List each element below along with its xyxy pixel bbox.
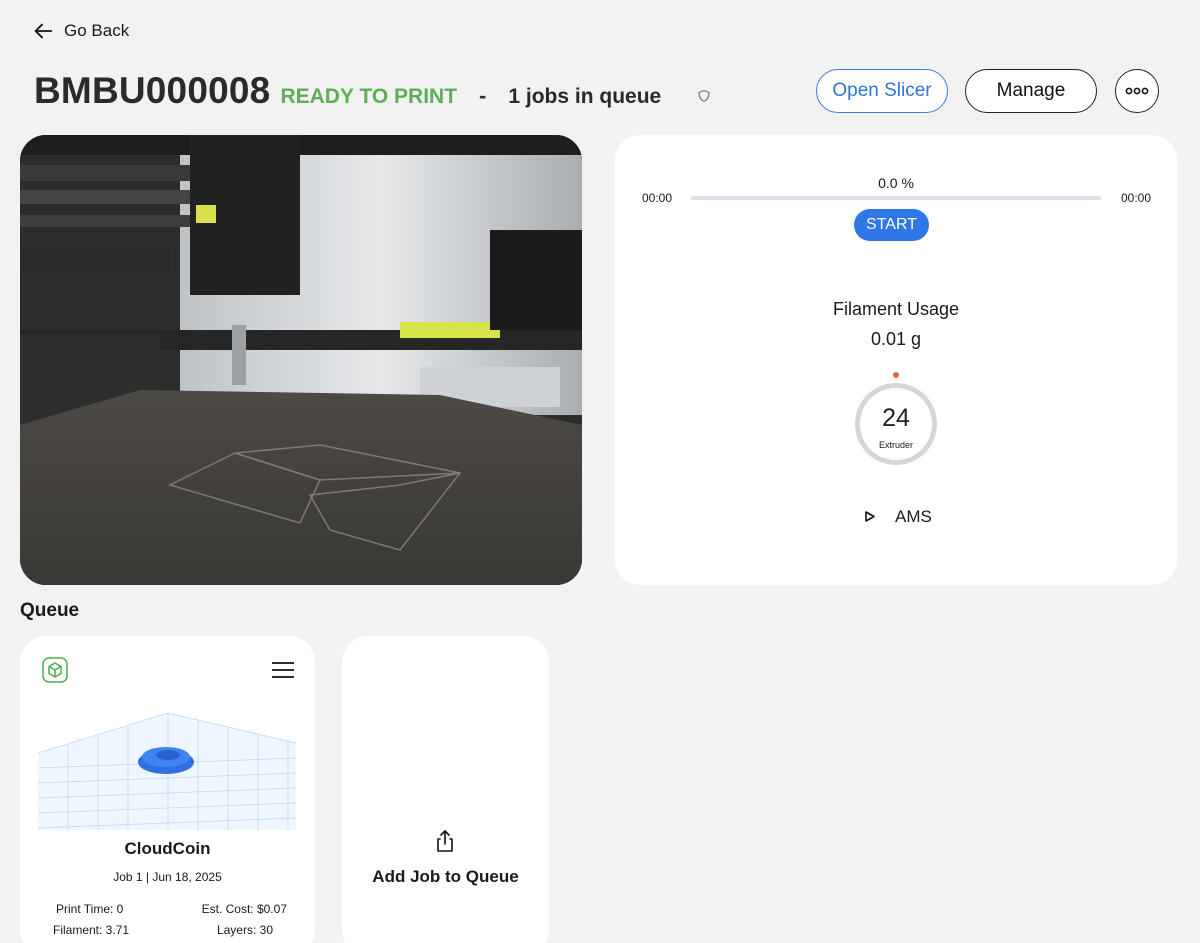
temperature-indicator-dot	[893, 372, 899, 378]
start-button[interactable]: START	[854, 209, 929, 241]
filament-usage-value: 0.01 g	[870, 329, 922, 349]
extruder-temp: 24	[882, 404, 910, 432]
extruder-gauge: 24 Extruder	[855, 383, 937, 465]
go-back-label: Go Back	[64, 21, 130, 40]
play-icon	[865, 511, 875, 522]
ams-toggle[interactable]: AMS	[863, 507, 932, 527]
extruder-label: Extruder	[878, 440, 913, 450]
shield-icon[interactable]	[697, 89, 711, 103]
hamburger-menu-icon[interactable]	[271, 661, 295, 679]
title-separator: -	[479, 83, 487, 108]
upload-icon	[437, 830, 453, 852]
manage-button[interactable]: Manage	[965, 69, 1097, 113]
filament-usage-title: Filament Usage	[832, 299, 960, 319]
job-est-cost: Est. Cost: $0.07	[201, 902, 287, 916]
page-header: BMBU000008 READY TO PRINT - 1 jobs in qu…	[34, 70, 711, 112]
model-preview	[38, 712, 296, 830]
ellipsis-icon	[1125, 87, 1149, 95]
go-back-link[interactable]: Go Back	[32, 20, 129, 42]
add-job-card[interactable]: Add Job to Queue	[342, 636, 549, 943]
camera-feed	[20, 135, 582, 585]
progress-percent: 0.0 %	[878, 175, 914, 191]
queue-count: 1 jobs in queue	[508, 85, 662, 108]
queue-heading: Queue	[20, 600, 80, 621]
print-status-panel: 0.0 % 00:00 00:00 START Filament Usage 0…	[615, 135, 1177, 585]
cube-icon	[42, 657, 68, 683]
job-layers: Layers: 30	[216, 923, 273, 937]
open-slicer-button[interactable]: Open Slicer	[816, 69, 948, 113]
camera-image	[20, 135, 582, 585]
more-options-button[interactable]	[1115, 69, 1159, 113]
printer-name: BMBU000008	[34, 70, 271, 111]
job-filament: Filament: 3.71	[53, 923, 130, 937]
add-job-label: Add Job to Queue	[372, 867, 519, 886]
job-name: CloudCoin	[124, 839, 211, 858]
arrow-left-icon	[34, 23, 53, 39]
elapsed-time: 00:00	[642, 191, 673, 205]
job-card[interactable]: CloudCoin Job 1 | Jun 18, 2025 Print Tim…	[20, 636, 315, 943]
ams-label: AMS	[895, 507, 932, 526]
remaining-time: 00:00	[1120, 191, 1151, 205]
progress-bar	[691, 196, 1101, 200]
printer-status-badge: READY TO PRINT	[280, 85, 458, 108]
job-meta: Job 1 | Jun 18, 2025	[113, 870, 222, 884]
job-print-time: Print Time: 0	[56, 902, 124, 916]
